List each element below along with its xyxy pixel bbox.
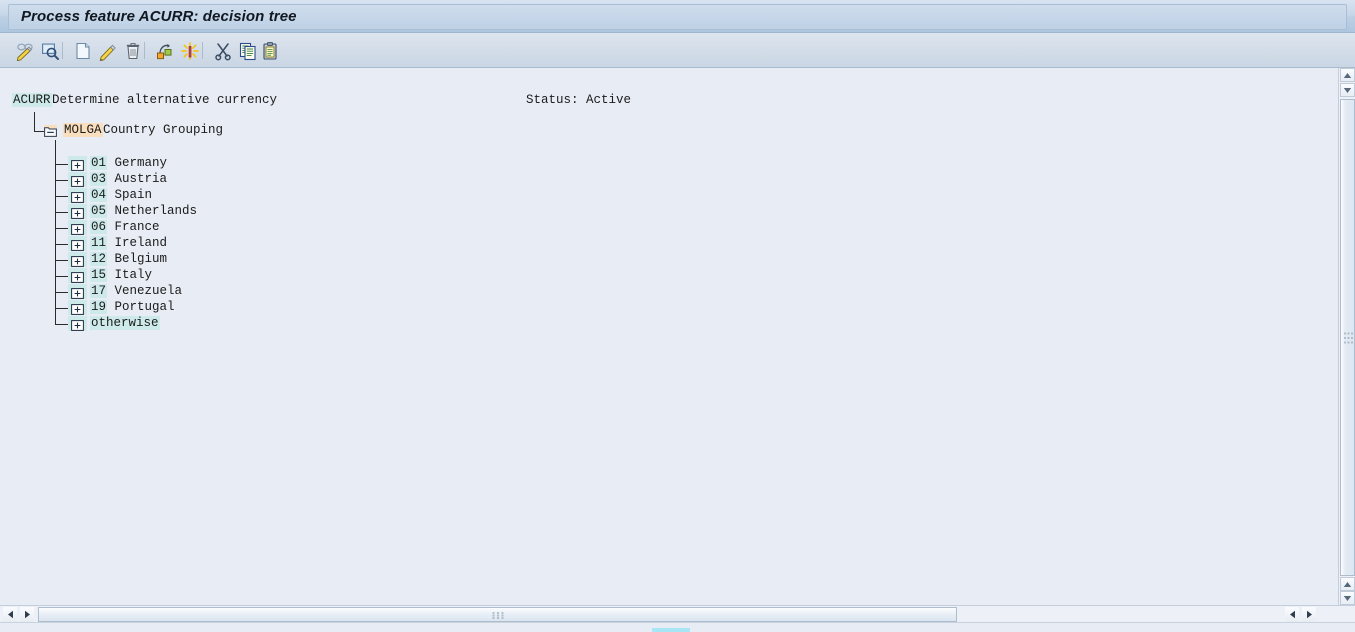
expand-plus-icon[interactable] — [71, 270, 84, 283]
title-bar: Process feature ACURR: decision tree — [0, 0, 1355, 33]
expand-plus-icon[interactable] — [71, 254, 84, 267]
tree-node-molga[interactable]: MOLGA Country Grouping — [0, 123, 1322, 141]
title-bar-inner: Process feature ACURR: decision tree — [8, 4, 1347, 30]
leaf-label: 01 Germany — [90, 156, 168, 170]
leaf-value-code[interactable]: 04 — [90, 188, 108, 202]
vertical-scroll-thumb[interactable] — [1340, 99, 1355, 576]
tree-leaf-node[interactable]: 11 Ireland — [0, 236, 1322, 253]
leaf-label: 12 Belgium — [90, 252, 168, 266]
leaf-label: 06 France — [90, 220, 160, 234]
expand-plus-icon[interactable] — [71, 318, 84, 331]
leaf-label: 19 Portugal — [90, 300, 175, 314]
structure-icon[interactable] — [152, 38, 177, 63]
paste-icon[interactable] — [258, 38, 283, 63]
expand-plus-icon[interactable] — [71, 158, 84, 171]
feature-description: Determine alternative currency — [52, 93, 278, 107]
check-icon[interactable] — [37, 38, 62, 63]
leaf-value-code[interactable]: 06 — [90, 220, 108, 234]
scroll-up-bottom-button[interactable] — [1340, 577, 1355, 591]
tree-leaf-node[interactable]: 01 Germany — [0, 156, 1322, 173]
sap-window: Process feature ACURR: decision tree ACU… — [0, 0, 1355, 632]
page-title: Process feature ACURR: decision tree — [21, 8, 297, 25]
leaf-value-code[interactable]: 12 — [90, 252, 108, 266]
tree-leaf-node[interactable]: 17 Venezuela — [0, 284, 1322, 301]
expand-plus-icon[interactable] — [71, 174, 84, 187]
feature-header-row: ACURR Determine alternative currency Sta… — [0, 93, 1322, 109]
bottom-highlight-marker — [652, 628, 690, 632]
expand-plus-icon[interactable] — [71, 286, 84, 299]
expand-plus-icon[interactable] — [71, 206, 84, 219]
status-badge: Status: Active — [526, 93, 632, 107]
feature-code[interactable]: ACURR — [12, 93, 52, 107]
tree-leaf-node[interactable]: 03 Austria — [0, 172, 1322, 189]
generate-icon[interactable] — [177, 38, 202, 63]
expand-plus-icon[interactable] — [71, 238, 84, 251]
leaf-label: 04 Spain — [90, 188, 153, 202]
leaf-label: 03 Austria — [90, 172, 168, 186]
leaf-value-code[interactable]: 17 — [90, 284, 108, 298]
leaf-value-code[interactable]: 11 — [90, 236, 108, 250]
scroll-down-bottom-button[interactable] — [1340, 591, 1355, 605]
leaf-label: 17 Venezuela — [90, 284, 183, 298]
leaf-value-code[interactable]: 05 — [90, 204, 108, 218]
toolbar-separator — [202, 42, 203, 59]
leaf-value-code[interactable]: 19 — [90, 300, 108, 314]
display-change-icon[interactable] — [12, 38, 37, 63]
expand-plus-icon[interactable] — [71, 190, 84, 203]
tree-leaf-node[interactable]: 19 Portugal — [0, 300, 1322, 317]
tree-leaf-node[interactable]: otherwise — [0, 316, 1322, 333]
delete-icon[interactable] — [120, 38, 145, 63]
leaf-value-code[interactable]: 15 — [90, 268, 108, 282]
leaf-label: 05 Netherlands — [90, 204, 198, 218]
horizontal-scrollbar[interactable] — [0, 605, 1355, 622]
toolbar-separator — [62, 42, 63, 59]
molga-description: Country Grouping — [103, 123, 224, 137]
molga-code[interactable]: MOLGA — [63, 123, 103, 137]
change-icon[interactable] — [95, 38, 120, 63]
application-toolbar: www.tutorialkart.com — [0, 33, 1355, 96]
expand-plus-icon[interactable] — [71, 302, 84, 315]
scroll-right-button[interactable] — [20, 607, 34, 622]
create-icon[interactable] — [70, 38, 95, 63]
scroll-up-top-button[interactable] — [1340, 68, 1355, 82]
cut-icon[interactable] — [210, 38, 235, 63]
scroll-left-button[interactable] — [3, 607, 17, 622]
tree-leaf-node[interactable]: 05 Netherlands — [0, 204, 1322, 221]
leaf-value-code[interactable]: otherwise — [90, 316, 160, 330]
tree-leaf-node[interactable]: 12 Belgium — [0, 252, 1322, 269]
tree-leaf-node[interactable]: 04 Spain — [0, 188, 1322, 205]
copy-icon[interactable] — [235, 38, 260, 63]
bottom-strip — [0, 622, 1355, 632]
expand-plus-icon[interactable] — [71, 222, 84, 235]
scroll-down-top-button[interactable] — [1340, 83, 1355, 97]
tree-leaf-node[interactable]: 15 Italy — [0, 268, 1322, 285]
leaf-value-code[interactable]: 03 — [90, 172, 108, 186]
vertical-scrollbar[interactable] — [1338, 68, 1355, 605]
folder-open-icon[interactable] — [44, 125, 57, 137]
scroll-right-end-button[interactable] — [1302, 607, 1316, 622]
scroll-left-end-button[interactable] — [1285, 607, 1299, 622]
decision-tree-canvas: ACURR Determine alternative currency Sta… — [0, 68, 1322, 605]
leaf-label: otherwise — [90, 316, 160, 330]
horizontal-scroll-thumb[interactable] — [38, 607, 957, 622]
leaf-label: 15 Italy — [90, 268, 153, 282]
tree-leaf-node[interactable]: 06 France — [0, 220, 1322, 237]
leaf-label: 11 Ireland — [90, 236, 168, 250]
leaf-value-code[interactable]: 01 — [90, 156, 108, 170]
